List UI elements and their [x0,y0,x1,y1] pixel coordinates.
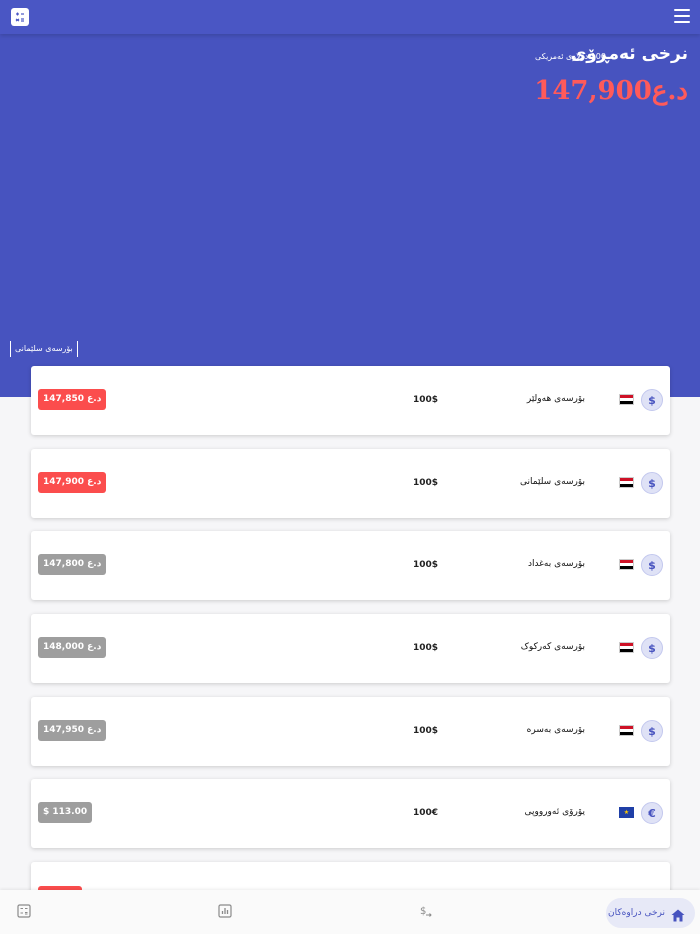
dollar-coin-icon: $ [641,554,663,576]
exchange-name: بۆرسەی سلێمانی [520,477,585,487]
calculator-icon[interactable] [11,8,29,26]
iraq-flag-icon [619,477,634,488]
exchange-tab[interactable]: بۆرسەی سلێمانی [10,341,78,357]
exchange-card[interactable]: $ 113.00 100€ یۆرۆی ئەورووپی ★ € [31,779,670,848]
hero-subtitle: 100 دۆلاری ئەمریکی [534,52,606,61]
bottom-navigation: $ نرخی دراوەکان [0,890,700,934]
price-badge: 147,900 د.ع [38,472,107,493]
amount-label: 100$ [413,478,439,488]
amount-label: 100$ [413,643,439,653]
exchange-card[interactable]: 147,850 د.ع 100$ بۆرسەی هەولێر $ [31,366,670,435]
exchange-name: بۆرسەی هەولێر [526,394,585,404]
exchange-name: بۆرسەی بەسرە [526,725,585,735]
amount-label: 100$ [413,726,439,736]
home-icon [671,907,685,921]
price-badge: 147,800 د.ع [38,554,107,575]
exchange-name: یۆرۆی ئەورووپی [524,807,585,817]
exchange-name: بۆرسەی بەغداد [527,559,585,569]
nav-home-active[interactable]: نرخی دراوەکان [606,898,695,928]
price-badge: 147,850 د.ع [38,389,107,410]
price-badge: $ 113.00 [38,802,93,823]
svg-text:$: $ [420,906,426,917]
dollar-coin-icon: $ [641,720,663,742]
euro-coin-icon: € [641,802,663,824]
exchange-card[interactable]: 147,800 د.ع 100$ بۆرسەی بەغداد $ [31,531,670,600]
amount-label: 100€ [413,808,439,818]
exchange-card[interactable]: 147,950 د.ع 100$ بۆرسەی بەسرە $ [31,697,670,766]
dollar-coin-icon: $ [641,472,663,494]
eu-flag-icon: ★ [619,807,634,818]
amount-label: 100$ [413,560,439,570]
dollar-coin-icon: $ [641,637,663,659]
amount-label: 100$ [413,395,439,405]
iraq-flag-icon [619,394,634,405]
exchange-card[interactable]: 147,900 د.ع 100$ بۆرسەی سلێمانی $ [31,449,670,518]
hamburger-menu-icon[interactable] [674,9,690,23]
price-badge: 148,000 د.ع [38,637,107,658]
iraq-flag-icon [619,559,634,570]
calculator-icon[interactable] [16,903,32,919]
nav-home-label: نرخی دراوەکان [608,908,665,918]
exchange-card[interactable]: 148,000 د.ع 100$ بۆرسەی کەرکوک $ [31,614,670,683]
top-app-bar [0,0,700,34]
dollar-coin-icon: $ [641,389,663,411]
iraq-flag-icon [619,642,634,653]
chart-icon[interactable] [217,903,233,919]
price-badge: 147,950 د.ع [38,720,107,741]
iraq-flag-icon [619,725,634,736]
currency-exchange-icon[interactable]: $ [418,903,434,919]
exchange-name: بۆرسەی کەرکوک [520,642,585,652]
current-price: 147,900د.ع [534,76,688,106]
